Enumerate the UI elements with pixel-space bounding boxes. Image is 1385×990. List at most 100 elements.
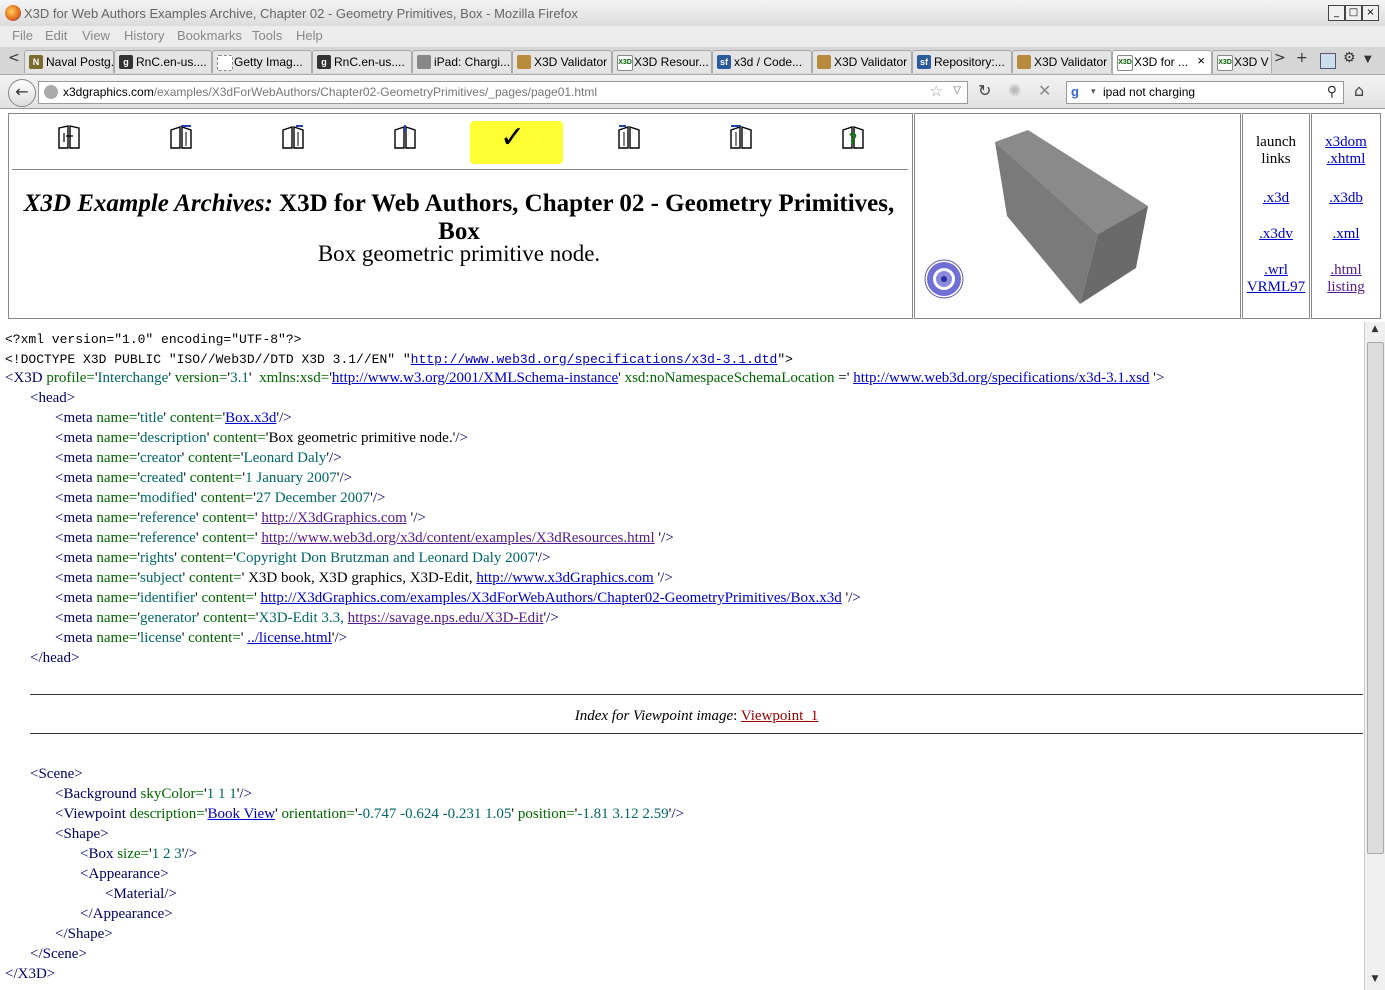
menu-tools[interactable]: Tools [252, 28, 282, 43]
viewpoint-image-link[interactable]: Viewpoint_1 [741, 708, 818, 724]
url-path: /examples/X3dForWebAuthors/Chapter02-Geo… [153, 85, 598, 99]
book-next-page-icon[interactable] [616, 124, 642, 150]
schema-location-link[interactable]: http://www.web3d.org/specifications/x3d-… [853, 370, 1149, 386]
search-input[interactable]: ipad not charging [1103, 85, 1195, 99]
menu-bookmarks[interactable]: Bookmarks [177, 28, 242, 43]
settings-icon[interactable]: ⚙ [1343, 50, 1356, 66]
meta-line: <meta name='subject' content=' X3D book,… [55, 570, 673, 586]
scroll-down-icon[interactable]: ▼ [1365, 974, 1385, 990]
tab-x3d-validator-2[interactable]: X3D Validator [812, 50, 912, 73]
search-box[interactable]: g ▾ ipad not charging ⚲ [1066, 81, 1344, 104]
box-node: <Box size='1 2 3'/> [80, 846, 198, 862]
list-all-tabs-icon[interactable]: ▼ [1364, 54, 1372, 65]
link-x3dv[interactable]: .x3dv [1259, 226, 1293, 242]
viewpoint-index-divider-top [30, 694, 1363, 695]
menu-view[interactable]: View [82, 28, 110, 43]
url-bar[interactable]: x3dgraphics.com/examples/X3dForWebAuthor… [38, 81, 968, 104]
link-x3db[interactable]: .x3db [1329, 190, 1363, 206]
tab-x3d-v[interactable]: X3D X3D V [1212, 50, 1272, 73]
page-description: Box geometric primitive node. [317, 241, 601, 266]
tab-repository[interactable]: sf Repository:... [912, 50, 1012, 73]
meta-line: <meta name='generator' content='X3D-Edit… [55, 610, 559, 626]
url-history-dropdown-icon[interactable]: ▽ [953, 85, 961, 96]
menu-help[interactable]: Help [296, 28, 323, 43]
meta-content-link[interactable]: http://X3dGraphics.com/examples/X3dForWe… [261, 590, 842, 606]
new-tab-icon[interactable]: + [1296, 50, 1308, 66]
link-wrl[interactable]: .wrl VRML97 [1243, 262, 1309, 296]
site-identity-icon[interactable] [44, 85, 58, 99]
g-icon: g [317, 55, 331, 69]
meta-content-link[interactable]: Box.x3d [225, 410, 276, 426]
meta-line: <meta name='identifier' content=' http:/… [55, 590, 861, 606]
book-previous-page-icon[interactable] [280, 124, 306, 150]
tabs-scroll-right-icon[interactable]: > [1274, 50, 1286, 66]
back-button[interactable]: ← [8, 79, 36, 107]
search-icon[interactable]: ⚲ [1327, 83, 1337, 100]
link-html-listing[interactable]: .html listing [1312, 262, 1380, 296]
meta-content-link[interactable]: ../license.html [247, 630, 332, 646]
link-xml[interactable]: .xml [1332, 226, 1359, 242]
apple-icon [417, 55, 431, 69]
vertical-scrollbar[interactable]: ▲ ▼ [1364, 322, 1385, 990]
page-title: X3D Example Archives: X3D for Web Author… [23, 190, 895, 245]
tab-ipad-charging[interactable]: iPad: Chargi... [412, 50, 512, 73]
tab-x3d-code[interactable]: sf x3d / Code... [712, 50, 812, 73]
menu-edit[interactable]: Edit [45, 28, 67, 43]
xsd-namespace-link[interactable]: http://www.w3.org/2001/XMLSchema-instanc… [332, 370, 618, 386]
link-x3dom[interactable]: x3dom .xhtml [1312, 134, 1380, 168]
tab-x3d-validator-3[interactable]: X3D Validator [1012, 50, 1112, 73]
book-help-icon[interactable]: ? [840, 124, 866, 150]
window-title-bar: X3D for Web Authors Examples Archive, Ch… [0, 0, 1385, 27]
reload-icon[interactable]: ↻ [978, 81, 991, 100]
meta-content-link[interactable]: http://www.x3dGraphics.com [476, 570, 653, 586]
tab-x3d-validator-1[interactable]: X3D Validator [512, 50, 612, 73]
book-next-chapter-icon[interactable] [728, 124, 754, 150]
close-window-button[interactable]: × [1362, 5, 1379, 21]
scroll-up-icon[interactable]: ▲ [1365, 324, 1385, 340]
tab-x3d-resources[interactable]: X3D X3D Resour... [612, 50, 712, 73]
menu-bar: File Edit View History Bookmarks Tools H… [0, 26, 1385, 47]
maximize-button[interactable]: □ [1345, 5, 1362, 21]
tab-getty-images[interactable]: Getty Imag... [212, 50, 312, 73]
menu-history[interactable]: History [124, 28, 164, 43]
tab-rnc-1[interactable]: g RnC.en-us.... [114, 50, 212, 73]
google-search-engine-icon[interactable]: g [1071, 84, 1087, 100]
meta-content-link[interactable]: http://www.web3d.org/x3d/content/example… [261, 530, 654, 546]
meta-content-link[interactable]: https://savage.nps.edu/X3D-Edit [348, 610, 544, 626]
nps-icon: N [29, 55, 43, 69]
close-tab-icon[interactable]: × [1197, 53, 1205, 68]
book-up-icon[interactable] [392, 124, 418, 150]
home-icon[interactable]: ⌂ [1354, 81, 1364, 100]
stop-icon[interactable]: ✕ [1038, 81, 1051, 100]
book-previous-chapter-icon[interactable] [168, 124, 194, 150]
book-first-page-icon[interactable] [56, 124, 82, 150]
bookmark-star-icon[interactable]: ☆ [930, 82, 943, 100]
dtd-link[interactable]: http://www.web3d.org/specifications/x3d-… [411, 352, 778, 367]
scroll-thumb[interactable] [1367, 342, 1384, 854]
meta-content-link[interactable]: http://X3dGraphics.com [261, 510, 406, 526]
meta-line: <meta name='description' content='Box ge… [55, 430, 468, 446]
search-engine-dropdown-icon[interactable]: ▾ [1091, 86, 1096, 97]
loading-icon: ✺ [1008, 81, 1022, 100]
x3d-root-line: <X3D profile='Interchange' version='3.1'… [5, 370, 1165, 386]
minimize-button[interactable]: _ [1328, 5, 1345, 21]
launch-links-label: launch links [1256, 134, 1296, 167]
tab-rnc-2[interactable]: g RnC.en-us.... [312, 50, 412, 73]
tab-groups-icon[interactable] [1320, 53, 1336, 69]
window-title: X3D for Web Authors Examples Archive, Ch… [24, 6, 578, 21]
validator-icon [517, 55, 531, 69]
tabs-scroll-left-icon[interactable]: < [8, 50, 20, 66]
tab-x3d-for-web-authors[interactable]: X3D X3D for ... × [1112, 50, 1212, 74]
link-x3d[interactable]: .x3d [1263, 190, 1289, 206]
scene-open: <Scene> [30, 766, 83, 782]
tab-naval-postgraduate[interactable]: N Naval Postg... [24, 50, 114, 73]
svg-text:?: ? [849, 130, 858, 148]
xml-declaration: <?xml version="1.0" encoding="UTF-8"?> [5, 332, 302, 347]
x3d-icon: X3D [1117, 55, 1133, 71]
menu-file[interactable]: File [12, 28, 33, 43]
back-arrow-icon: ← [15, 82, 29, 101]
viewpoint-target-icon[interactable] [924, 259, 964, 299]
viewpoint-description-link[interactable]: Book View [207, 806, 275, 822]
box-3d-image[interactable] [990, 128, 1150, 304]
meta-line: <meta name='title' content='Box.x3d'/> [55, 410, 292, 426]
